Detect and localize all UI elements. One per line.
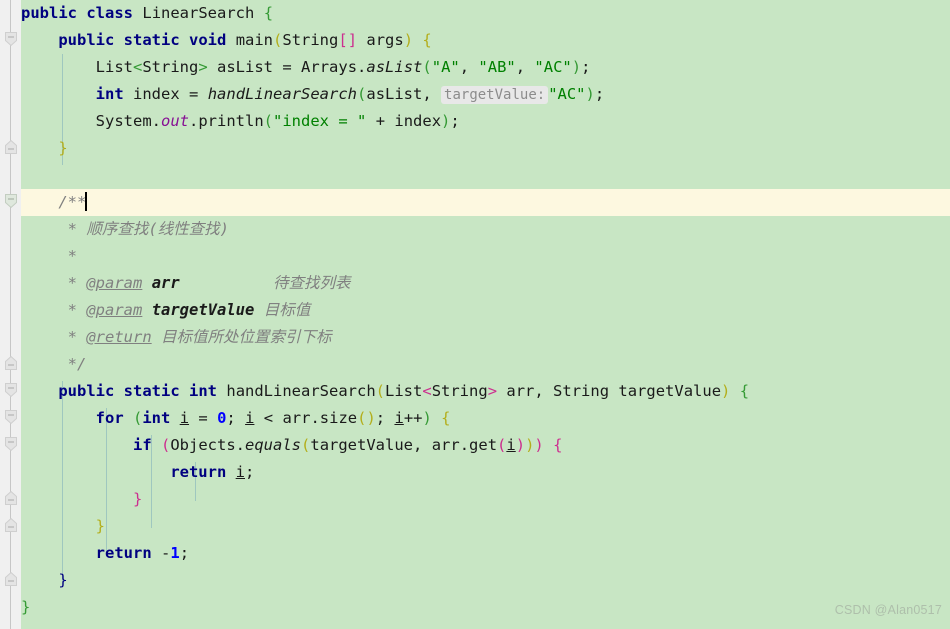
javadoc-param-name: arr [151, 274, 180, 292]
code-line[interactable]: } [21, 513, 950, 540]
code-line[interactable]: * @param targetValue 目标值 [21, 297, 950, 324]
fold-marker-javadoc-end[interactable] [3, 355, 19, 371]
watermark: CSDN @Alan0517 [834, 603, 942, 617]
javadoc-tag-param: @param [86, 274, 143, 292]
code-line[interactable]: } [21, 594, 950, 621]
code-line[interactable]: * [21, 243, 950, 270]
code-line[interactable]: } [21, 486, 950, 513]
fold-marker-method-end[interactable] [3, 571, 19, 587]
javadoc-tag-param: @param [86, 301, 143, 319]
code-line[interactable]: public static int handLinearSearch(List<… [21, 378, 950, 405]
javadoc-return-desc: 目标值所处位置索引下标 [161, 328, 332, 346]
code-line[interactable]: public class LinearSearch { [21, 0, 950, 27]
javadoc-param-name: targetValue [151, 301, 255, 319]
code-line[interactable]: public static void main(String[] args) { [21, 27, 950, 54]
javadoc-tag-return: @return [86, 328, 152, 346]
inlay-hint-targetValue: targetValue: [441, 86, 549, 104]
fold-marker-if-block-end[interactable] [3, 490, 19, 506]
code-line[interactable]: } [21, 567, 950, 594]
code-line[interactable]: int index = handLinearSearch(asList, tar… [21, 81, 950, 108]
javadoc-param-desc: 待查找列表 [273, 274, 351, 292]
fold-marker-main-method[interactable] [3, 31, 19, 47]
fold-marker-method-body[interactable] [3, 382, 19, 398]
fold-marker-for-loop[interactable] [3, 409, 19, 425]
code-editor[interactable]: public class LinearSearch { public stati… [0, 0, 950, 629]
code-line[interactable]: System.out.println("index = " + index); [21, 108, 950, 135]
fold-marker-for-loop-end[interactable] [3, 517, 19, 533]
code-line[interactable]: return -1; [21, 540, 950, 567]
code-line[interactable]: if (Objects.equals(targetValue, arr.get(… [21, 432, 950, 459]
javadoc-summary: 顺序查找(线性查找) [86, 220, 230, 238]
javadoc-param-desc: 目标值 [263, 301, 311, 319]
editor-gutter[interactable] [0, 0, 21, 629]
code-line[interactable]: * @return 目标值所处位置索引下标 [21, 324, 950, 351]
code-line[interactable] [21, 162, 950, 189]
code-line[interactable]: for (int i = 0; i < arr.size(); i++) { [21, 405, 950, 432]
code-line[interactable]: return i; [21, 459, 950, 486]
text-caret [85, 192, 88, 211]
code-line[interactable]: * 顺序查找(线性查找) [21, 216, 950, 243]
code-content[interactable]: public class LinearSearch { public stati… [0, 0, 950, 629]
code-line-current[interactable]: /** [0, 189, 950, 216]
gutter-rail [10, 0, 11, 629]
fold-marker-if-block[interactable] [3, 436, 19, 452]
code-line[interactable]: */ [21, 351, 950, 378]
code-line[interactable]: List<String> asList = Arrays.asList("A",… [21, 54, 950, 81]
code-line[interactable]: * @param arr 待查找列表 [21, 270, 950, 297]
code-line[interactable]: } [21, 135, 950, 162]
fold-marker-javadoc[interactable] [3, 193, 19, 209]
fold-marker-main-method-end[interactable] [3, 139, 19, 155]
